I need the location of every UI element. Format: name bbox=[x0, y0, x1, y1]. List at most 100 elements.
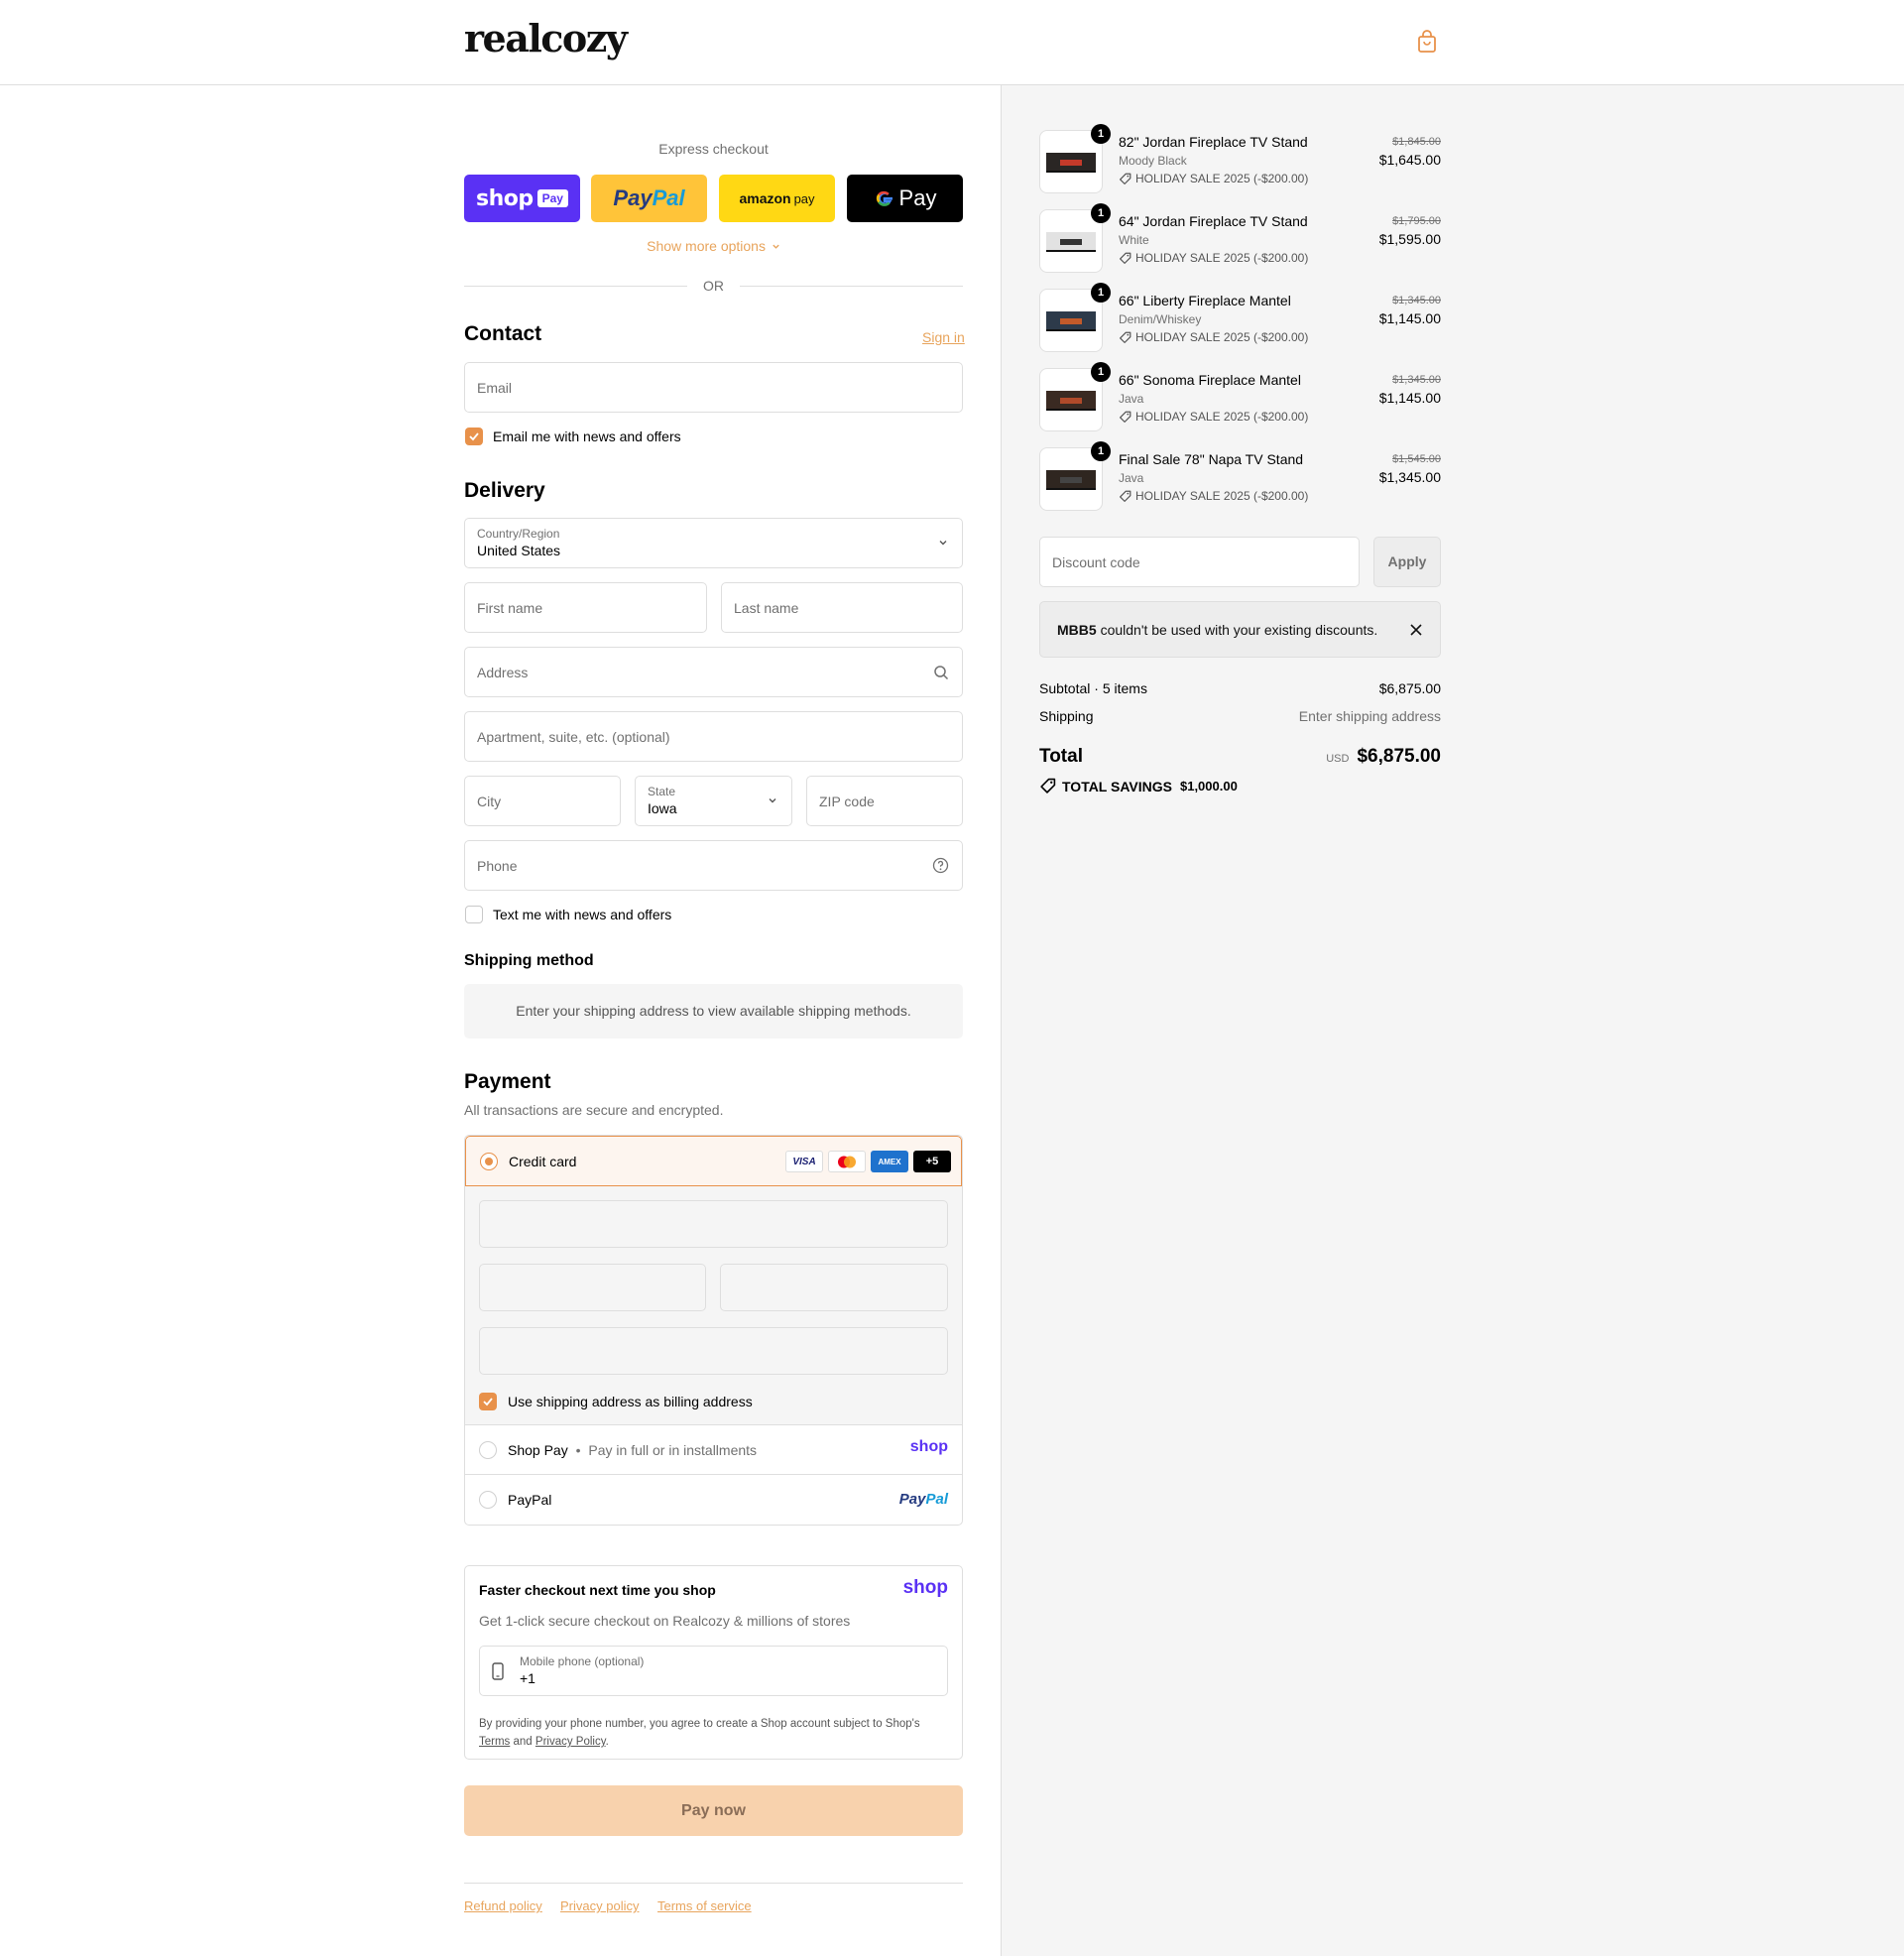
shop-privacy-link[interactable]: Privacy Policy bbox=[536, 1736, 606, 1748]
amazon-pay-express-button[interactable]: amazon pay bbox=[719, 175, 835, 222]
help-circle-icon[interactable] bbox=[932, 857, 949, 874]
shop-pay-label: Shop Pay bbox=[508, 1442, 568, 1458]
shopping-bag-icon[interactable] bbox=[1416, 30, 1438, 54]
shop-pay-badge: Pay bbox=[536, 189, 568, 207]
contact-heading: Contact bbox=[464, 322, 542, 345]
address-field[interactable]: Address bbox=[464, 647, 963, 697]
cart-item: 1 Final Sale 78" Napa TV Stand Java HOLIDAY… bbox=[1039, 441, 1441, 513]
shop-pay-express-button[interactable]: shop Pay bbox=[464, 175, 580, 222]
brand-logo[interactable]: realcozy bbox=[464, 16, 628, 61]
last-name-field[interactable]: Last name bbox=[721, 582, 963, 633]
cart-item: 1 64" Jordan Fireplace TV Stand White HOLID… bbox=[1039, 203, 1441, 275]
chevron-down-icon bbox=[769, 798, 776, 803]
sign-in-link[interactable]: Sign in bbox=[922, 329, 965, 345]
cart-item: 1 66" Liberty Fireplace Mantel Denim/Whisk… bbox=[1039, 283, 1441, 354]
pay-now-button[interactable]: Pay now bbox=[464, 1785, 963, 1836]
google-g-icon bbox=[876, 190, 892, 206]
product-discount: HOLIDAY SALE 2025 (-$200.00) bbox=[1119, 172, 1308, 185]
expiration-field[interactable] bbox=[479, 1264, 706, 1311]
terms-of-service-link[interactable]: Terms of service bbox=[657, 1898, 752, 1913]
total-label: Total bbox=[1039, 746, 1083, 767]
payment-heading: Payment bbox=[464, 1070, 551, 1093]
visa-icon: VISA bbox=[785, 1151, 823, 1172]
shop-pay-option-text: Shop Pay • Pay in full or in installment… bbox=[508, 1442, 757, 1458]
email-field[interactable]: Email bbox=[464, 362, 963, 413]
product-name: 64" Jordan Fireplace TV Stand bbox=[1119, 213, 1308, 229]
chevron-down-icon bbox=[773, 244, 779, 249]
chevron-down-icon bbox=[939, 541, 947, 546]
product-discount: HOLIDAY SALE 2025 (-$200.00) bbox=[1119, 330, 1308, 344]
country-select[interactable]: Country/Region United States bbox=[464, 518, 963, 568]
paypal-wordmark: PayPal bbox=[613, 185, 685, 210]
show-more-options-link[interactable]: Show more options bbox=[464, 238, 963, 254]
original-price: $1,345.00 bbox=[1392, 374, 1441, 386]
email-news-checkbox[interactable] bbox=[465, 428, 483, 445]
shop-pay-wordmark: shop bbox=[476, 185, 534, 211]
shop-terms-link[interactable]: Terms bbox=[479, 1736, 510, 1748]
payment-subtitle: All transactions are secure and encrypte… bbox=[464, 1102, 724, 1118]
zip-field[interactable]: ZIP code bbox=[806, 776, 963, 826]
tag-icon bbox=[1120, 490, 1131, 502]
gpay-text: Pay bbox=[898, 185, 937, 210]
subtotal-value: $6,875.00 bbox=[1378, 680, 1441, 696]
total-value: $6,875.00 bbox=[1357, 746, 1441, 767]
paypal-express-button[interactable]: PayPal bbox=[591, 175, 707, 222]
shipping-value: Enter shipping address bbox=[1298, 708, 1441, 724]
shipping-method-heading: Shipping method bbox=[464, 952, 594, 969]
paypal-option[interactable]: PayPal PayPal bbox=[465, 1475, 962, 1525]
paypal-label: PayPal bbox=[508, 1492, 552, 1508]
privacy-policy-link[interactable]: Privacy policy bbox=[560, 1898, 639, 1913]
email-news-label: Email me with news and offers bbox=[493, 428, 681, 444]
delivery-heading: Delivery bbox=[464, 479, 545, 502]
product-variant: Java bbox=[1119, 392, 1144, 406]
product-name: 66" Sonoma Fireplace Mantel bbox=[1119, 372, 1301, 388]
total-amount: USD $6,875.00 bbox=[1326, 746, 1441, 768]
sale-price: $1,645.00 bbox=[1378, 152, 1441, 168]
total-currency: USD bbox=[1326, 753, 1350, 765]
total-savings-value: $1,000.00 bbox=[1179, 779, 1238, 794]
shop-logo: shop bbox=[902, 1577, 948, 1598]
phone-field[interactable]: Phone bbox=[464, 840, 963, 891]
or-divider: OR bbox=[464, 276, 963, 296]
original-price: $1,845.00 bbox=[1392, 136, 1441, 148]
shop-pay-logo: shop bbox=[909, 1438, 948, 1455]
credit-card-radio[interactable] bbox=[480, 1153, 498, 1170]
shop-pay-option[interactable]: Shop Pay • Pay in full or in installment… bbox=[465, 1425, 962, 1475]
tag-icon bbox=[1120, 411, 1131, 423]
credit-card-option[interactable]: Credit card VISA AMEX +5 bbox=[465, 1136, 962, 1186]
name-on-card-field[interactable] bbox=[479, 1327, 948, 1375]
cart-item: 1 82" Jordan Fireplace TV Stand Moody Blac… bbox=[1039, 124, 1441, 195]
google-pay-express-button[interactable]: Pay bbox=[847, 175, 963, 222]
security-code-field[interactable] bbox=[720, 1264, 948, 1311]
sale-price: $1,145.00 bbox=[1378, 390, 1441, 406]
product-name: Final Sale 78" Napa TV Stand bbox=[1119, 451, 1304, 467]
quantity-badge: 1 bbox=[1091, 362, 1111, 382]
refund-policy-link[interactable]: Refund policy bbox=[464, 1898, 542, 1913]
discount-error-banner: MBB5 couldn't be used with your existing… bbox=[1039, 601, 1441, 658]
billing-address-label: Use shipping address as billing address bbox=[508, 1394, 753, 1409]
city-field[interactable]: City bbox=[464, 776, 621, 826]
billing-address-checkbox[interactable] bbox=[479, 1393, 497, 1410]
tag-icon bbox=[1120, 173, 1131, 184]
paypal-radio[interactable] bbox=[479, 1491, 497, 1509]
mobile-phone-field[interactable]: Mobile phone (optional) +1 bbox=[479, 1646, 948, 1696]
total-savings: TOTAL SAVINGS $1,000.00 bbox=[1039, 778, 1238, 795]
sale-price: $1,145.00 bbox=[1378, 310, 1441, 326]
quantity-badge: 1 bbox=[1091, 124, 1111, 144]
credit-card-form: Use shipping address as billing address bbox=[465, 1186, 962, 1425]
state-select[interactable]: State Iowa bbox=[635, 776, 792, 826]
shop-promo-title: Faster checkout next time you shop bbox=[479, 1582, 716, 1598]
text-news-checkbox[interactable] bbox=[465, 906, 483, 923]
apply-discount-button[interactable]: Apply bbox=[1373, 537, 1441, 587]
footer-divider bbox=[464, 1883, 963, 1884]
first-name-field[interactable]: First name bbox=[464, 582, 707, 633]
close-icon[interactable] bbox=[1409, 623, 1423, 637]
product-discount-label: HOLIDAY SALE 2025 (-$200.00) bbox=[1135, 489, 1309, 503]
apartment-field[interactable]: Apartment, suite, etc. (optional) bbox=[464, 711, 963, 762]
shop-promo-description: Get 1-click secure checkout on Realcozy … bbox=[479, 1613, 851, 1629]
discount-code-field[interactable]: Discount code bbox=[1039, 537, 1360, 587]
shop-pay-radio[interactable] bbox=[479, 1441, 497, 1459]
discount-error-code: MBB5 bbox=[1057, 622, 1097, 638]
product-discount: HOLIDAY SALE 2025 (-$200.00) bbox=[1119, 251, 1308, 265]
card-number-field[interactable] bbox=[479, 1200, 948, 1248]
